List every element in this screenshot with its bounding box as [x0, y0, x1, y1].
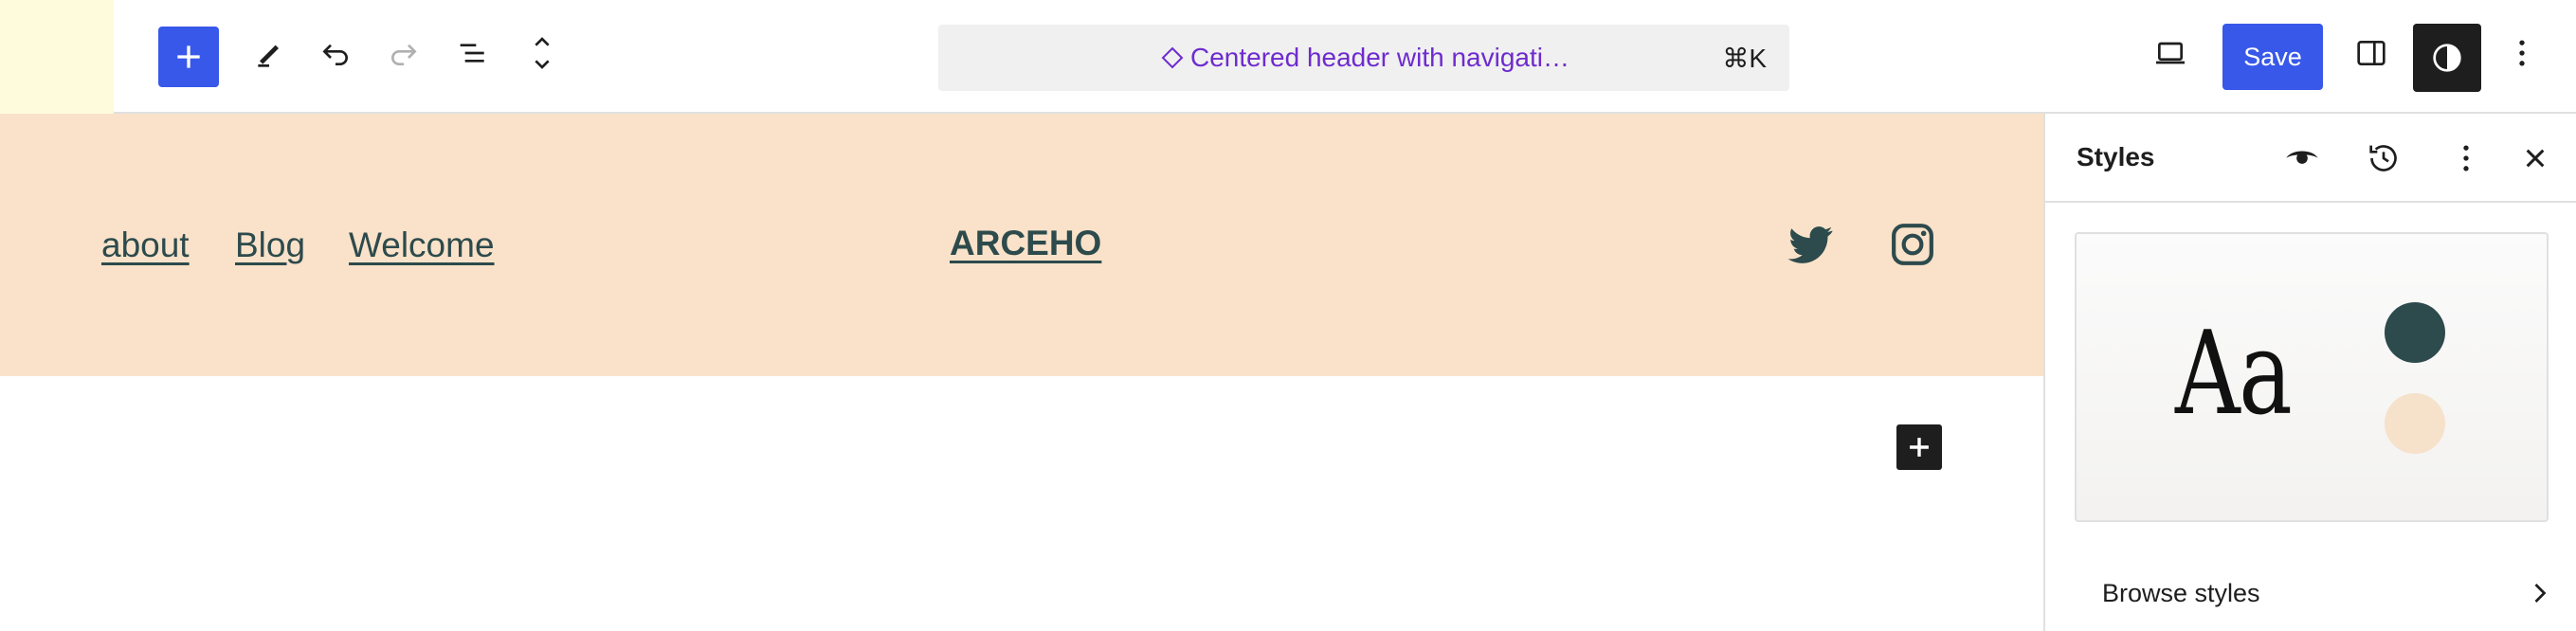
block-inserter-button[interactable]: [1896, 424, 1942, 470]
plus-icon: [1910, 438, 1929, 457]
close-icon: [2526, 149, 2545, 168]
document-title[interactable]: Centered header with navigati…: [938, 25, 1789, 91]
settings-panel-button[interactable]: [2341, 23, 2402, 83]
eye-icon: [2286, 151, 2318, 164]
document-title-text: Centered header with navigati…: [1189, 43, 1569, 72]
twitter-icon[interactable]: [1784, 218, 1837, 271]
zoom-out-button[interactable]: [512, 23, 572, 83]
undo-button[interactable]: [305, 23, 366, 83]
laptop-icon: [2156, 42, 2185, 64]
redo-icon: [391, 44, 417, 65]
list-view-icon: [460, 44, 484, 63]
options-button[interactable]: [2492, 23, 2552, 83]
styles-sidebar: Styles Aa Browse styles: [2043, 114, 2576, 631]
contrast-icon: [2433, 44, 2461, 72]
keyboard-shortcut: ⌘K: [1722, 43, 1767, 73]
device-preview-button[interactable]: [2140, 23, 2201, 83]
sidebar-header: Styles: [2045, 114, 2576, 203]
editor-top-toolbar: Centered header with navigati… ⌘K Save: [0, 0, 2576, 114]
browse-styles-label: Browse styles: [2102, 578, 2260, 607]
chevron-up-down-icon: [535, 37, 550, 69]
nav-link-welcome[interactable]: Welcome: [349, 225, 495, 265]
nav-link-blog[interactable]: Blog: [235, 225, 305, 265]
pencil-icon: [258, 45, 279, 67]
plus-icon: [177, 45, 200, 68]
editor-canvas[interactable]: about Blog Welcome ARCEHO: [0, 114, 2043, 631]
history-icon: [2369, 145, 2397, 171]
redo-button[interactable]: [373, 23, 434, 83]
save-button[interactable]: Save: [2222, 24, 2323, 90]
primary-color-swatch: [2385, 302, 2445, 363]
tools-button[interactable]: [239, 23, 299, 83]
header-template-part[interactable]: about Blog Welcome ARCEHO: [0, 114, 2043, 376]
secondary-color-swatch: [2385, 393, 2445, 454]
instagram-icon[interactable]: [1886, 218, 1939, 271]
site-icon-button[interactable]: [0, 0, 114, 114]
more-vertical-icon: [2519, 40, 2525, 66]
close-sidebar-button[interactable]: [2512, 135, 2559, 182]
undo-icon: [322, 44, 348, 65]
sidebar-icon: [2357, 41, 2386, 65]
more-vertical-icon: [2463, 145, 2469, 171]
browse-styles-item[interactable]: Browse styles: [2102, 568, 2557, 618]
sidebar-title: Styles: [2077, 142, 2155, 171]
style-book-button[interactable]: [2278, 135, 2326, 182]
nav-link-about[interactable]: about: [101, 225, 190, 265]
revisions-button[interactable]: [2360, 135, 2407, 182]
sidebar-options-button[interactable]: [2442, 135, 2490, 182]
site-title[interactable]: ARCEHO: [950, 224, 1101, 263]
add-block-button[interactable]: [158, 27, 219, 87]
style-variation-preview[interactable]: Aa: [2075, 232, 2549, 522]
typography-preview: Aa: [2175, 306, 2293, 441]
command-palette-bar[interactable]: Centered header with navigati… ⌘K: [938, 25, 1789, 91]
styles-button[interactable]: [2413, 24, 2481, 92]
chevron-right-icon: [2534, 584, 2547, 603]
document-overview-button[interactable]: [443, 23, 503, 83]
diamond-icon: [1161, 46, 1184, 69]
